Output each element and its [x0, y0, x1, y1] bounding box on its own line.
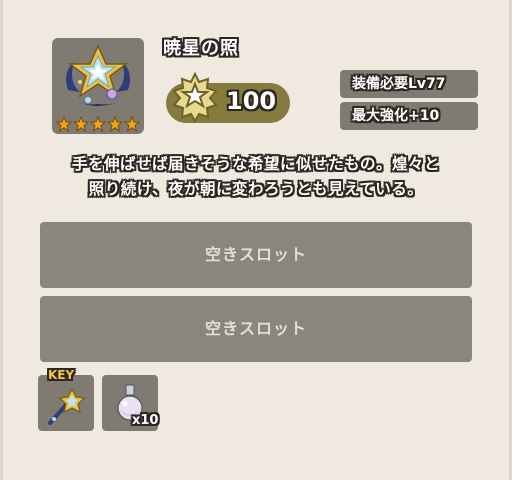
- description-line-2: 照り続け、夜が朝に変わろうとも見えている。: [88, 180, 424, 198]
- star-icon: [56, 116, 72, 132]
- max-enhance-box: 最大強化+10: [340, 102, 478, 130]
- item-name: 暁星の照: [163, 38, 239, 59]
- item-card[interactable]: [52, 38, 144, 134]
- star-rank-badge-icon: [172, 72, 218, 122]
- potion-count: x10: [132, 413, 159, 428]
- item-description: 手を伸ばせば届きそうな希望に似せたもの。煌々と 照り続け、夜が朝に変わろうとも見…: [30, 152, 482, 202]
- key-tag: KEY: [48, 368, 75, 382]
- star-crest-artifact-icon: [66, 44, 130, 106]
- star-key-icon: [48, 387, 86, 425]
- star-icon: [73, 116, 89, 132]
- power-value: 100: [226, 87, 277, 115]
- required-level-box: 装備必要Lv77: [340, 70, 478, 98]
- star-icon: [124, 116, 140, 132]
- star-icon: [90, 116, 106, 132]
- empty-slot-2[interactable]: 空きスロット: [40, 296, 472, 362]
- star-icon: [107, 116, 123, 132]
- description-line-1: 手を伸ばせば届きそうな希望に似せたもの。煌々と: [71, 155, 440, 173]
- rarity-stars: [56, 116, 140, 132]
- empty-slot-1[interactable]: 空きスロット: [40, 222, 472, 288]
- key-material-card[interactable]: [38, 375, 94, 431]
